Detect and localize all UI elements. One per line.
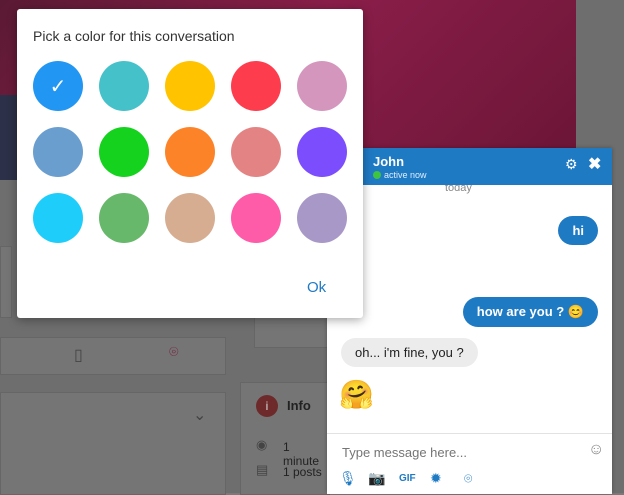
gif-icon[interactable]: GIF: [399, 473, 416, 484]
chat-window: John active now ⚙ ✖ today hi hi how are …: [327, 148, 612, 494]
color-swatch-orange[interactable]: [165, 127, 215, 177]
chat-contact-name: John: [373, 154, 405, 169]
profile-actions-bar: ▯ ⌾: [0, 337, 226, 375]
color-swatch-salmon[interactable]: [231, 127, 281, 177]
chat-contact-status: active now: [373, 170, 427, 180]
color-swatch-pink-light[interactable]: [297, 61, 347, 111]
info-title: Info: [287, 398, 311, 413]
color-swatch-red[interactable]: [231, 61, 281, 111]
color-swatch-purple[interactable]: [297, 127, 347, 177]
chat-messages: today hi hi how are you ? 😊 oh... i'm fi…: [327, 185, 612, 433]
checkmark-icon: ✓: [49, 75, 67, 98]
color-swatch-sage-green[interactable]: [99, 193, 149, 243]
settings-gear-icon[interactable]: ⚙: [565, 156, 578, 173]
color-swatch-tan[interactable]: [165, 193, 215, 243]
posts-icon: ▤: [256, 462, 269, 477]
location-icon[interactable]: ⌾: [464, 470, 472, 487]
color-swatch-yellow[interactable]: [165, 61, 215, 111]
info-card: i Info ◉ 1 minute ▤ 1 posts: [240, 382, 330, 495]
side-card: [254, 314, 330, 348]
color-swatch-blue[interactable]: ✓: [33, 61, 83, 111]
location-pin-icon[interactable]: ⌾: [169, 344, 179, 362]
document-icon[interactable]: ▯: [74, 345, 83, 365]
color-swatch-hot-pink[interactable]: [231, 193, 281, 243]
ok-button[interactable]: Ok: [307, 279, 326, 296]
info-icon: i: [256, 395, 278, 417]
message-incoming: oh... i'm fine, you ?: [341, 338, 478, 367]
color-swatch-teal[interactable]: [99, 61, 149, 111]
emoji-picker-icon[interactable]: ☺: [588, 441, 604, 459]
eye-icon: ◉: [256, 437, 268, 452]
color-swatch-green[interactable]: [99, 127, 149, 177]
close-icon[interactable]: ✖: [588, 154, 601, 174]
collapsible-card: ⌄: [0, 392, 226, 495]
left-card-edge: [0, 246, 12, 318]
color-picker-dialog: Pick a color for this conversation ✓ Ok: [17, 9, 363, 318]
message-input[interactable]: [340, 444, 584, 461]
message-outgoing: hi: [558, 216, 598, 245]
color-swatch-steel-blue[interactable]: [33, 127, 83, 177]
color-swatch-lavender[interactable]: [297, 193, 347, 243]
camera-icon[interactable]: 📷: [368, 470, 385, 487]
online-dot-icon: [373, 171, 381, 179]
chat-composer: ☺ 🎙 📷 GIF ✹ ⌾: [327, 433, 612, 494]
status-label: active now: [384, 170, 427, 180]
last-seen-stat: 1 minute: [283, 440, 320, 468]
posts-stat: 1 posts: [283, 465, 322, 479]
chevron-down-icon[interactable]: ⌄: [193, 405, 206, 425]
message-outgoing: how are you ? 😊: [462, 297, 598, 327]
color-swatch-sky-blue[interactable]: [33, 193, 83, 243]
sticker-icon[interactable]: ✹: [430, 470, 442, 487]
dialog-title: Pick a color for this conversation: [33, 28, 235, 44]
chat-header[interactable]: John active now ⚙ ✖: [327, 148, 612, 185]
message-incoming-emoji: 🤗: [339, 379, 374, 410]
microphone-icon[interactable]: 🎙: [339, 470, 357, 487]
date-divider: today: [445, 185, 472, 194]
